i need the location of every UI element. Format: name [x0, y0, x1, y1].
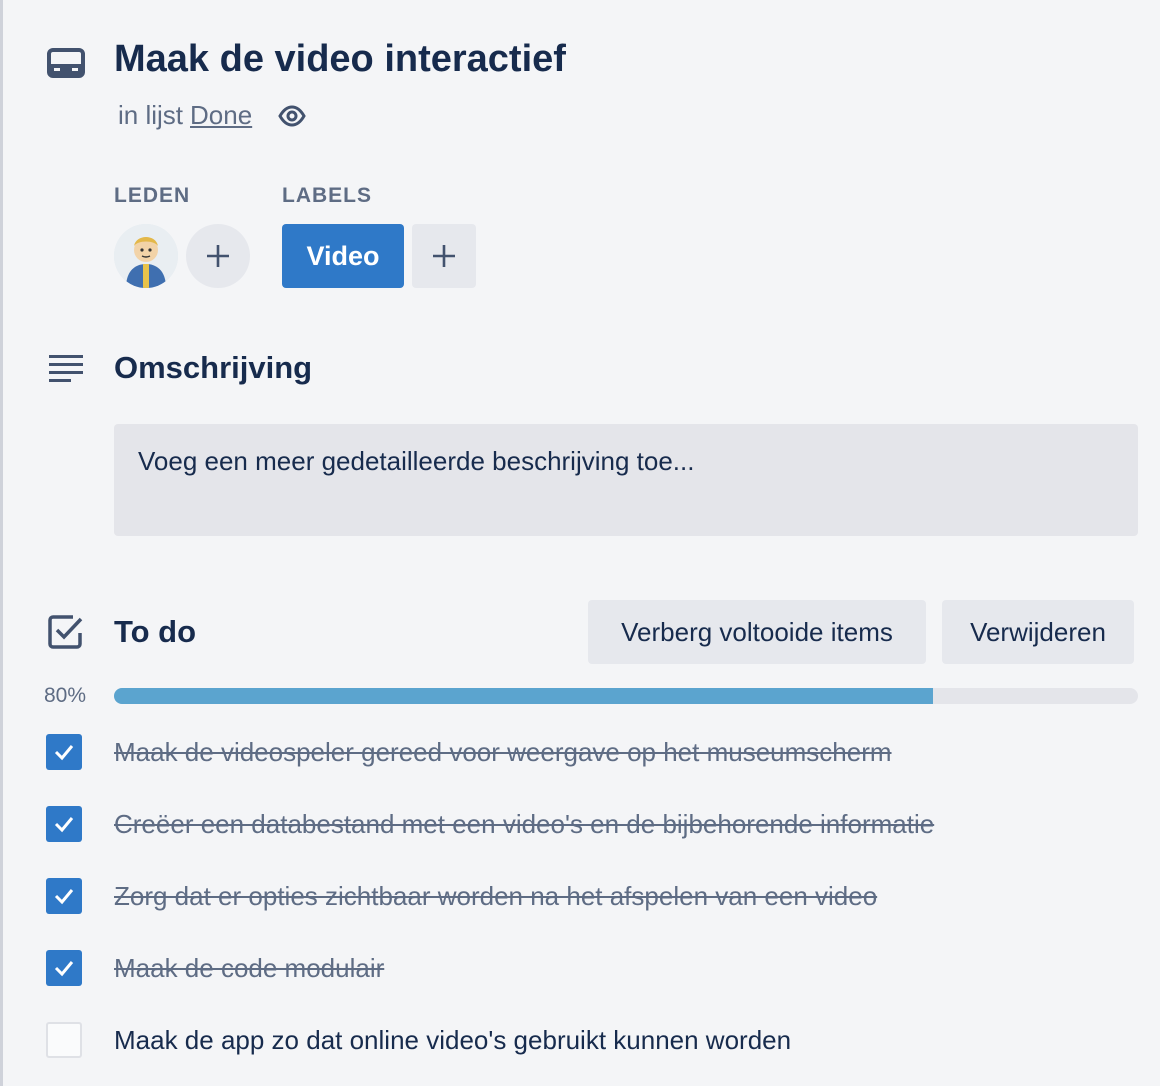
checklist-item[interactable]: Zorg dat er opties zichtbaar worden na h…: [46, 876, 877, 916]
checklist-item[interactable]: Maak de code modulair: [46, 948, 384, 988]
checkmark-icon: [54, 817, 74, 833]
checklist-item-checkbox[interactable]: [46, 878, 82, 914]
description-heading: Omschrijving: [114, 350, 313, 385]
progress-bar: [114, 688, 1138, 704]
checklist-title[interactable]: To do: [114, 614, 196, 650]
checklist-item-text[interactable]: Maak de app zo dat online video's gebrui…: [114, 1025, 791, 1056]
plus-icon: [433, 245, 455, 267]
members-label: LEDEN: [114, 184, 191, 207]
checkmark-icon: [54, 961, 74, 977]
checklist-item-text[interactable]: Creëer een databestand met een video's e…: [114, 809, 934, 840]
plus-icon: [207, 245, 229, 267]
card-title[interactable]: Maak de video interactief: [114, 38, 566, 81]
delete-checklist-button[interactable]: Verwijderen: [942, 600, 1134, 664]
checklist-item-text[interactable]: Zorg dat er opties zichtbaar worden na h…: [114, 881, 877, 912]
checklist-item-checkbox[interactable]: [46, 1022, 82, 1058]
checklist-item[interactable]: Maak de app zo dat online video's gebrui…: [46, 1020, 791, 1060]
card-icon: [46, 44, 86, 84]
add-label-button[interactable]: [412, 224, 476, 288]
checklist-icon: [46, 612, 86, 652]
list-link[interactable]: Done: [190, 100, 252, 131]
hide-completed-button[interactable]: Verberg voltooide items: [588, 600, 926, 664]
checkmark-icon: [54, 745, 74, 761]
checklist-item-checkbox[interactable]: [46, 806, 82, 842]
checkmark-icon: [54, 889, 74, 905]
avatar[interactable]: [114, 224, 178, 288]
checklist-item-text[interactable]: Maak de code modulair: [114, 953, 384, 984]
checklist-item-checkbox[interactable]: [46, 950, 82, 986]
checklist-item-checkbox[interactable]: [46, 734, 82, 770]
progress-percent: 80%: [44, 684, 87, 707]
checklist-item[interactable]: Creëer een databestand met een video's e…: [46, 804, 934, 844]
card-location: in lijst Done: [118, 100, 306, 131]
description-lines-icon: [46, 348, 86, 388]
description-editor[interactable]: Voeg een meer gedetailleerde beschrijvin…: [114, 424, 1138, 536]
checklist-item[interactable]: Maak de videospeler gereed voor weergave…: [46, 732, 892, 772]
progress-bar-fill: [114, 688, 934, 704]
label-video[interactable]: Video: [282, 224, 404, 288]
checklist-item-text[interactable]: Maak de videospeler gereed voor weergave…: [114, 737, 892, 768]
eye-icon[interactable]: [278, 104, 306, 127]
window-edge: [0, 0, 3, 1086]
add-member-button[interactable]: [186, 224, 250, 288]
list-prefix: in lijst: [118, 100, 184, 130]
labels-label: LABELS: [282, 184, 372, 207]
